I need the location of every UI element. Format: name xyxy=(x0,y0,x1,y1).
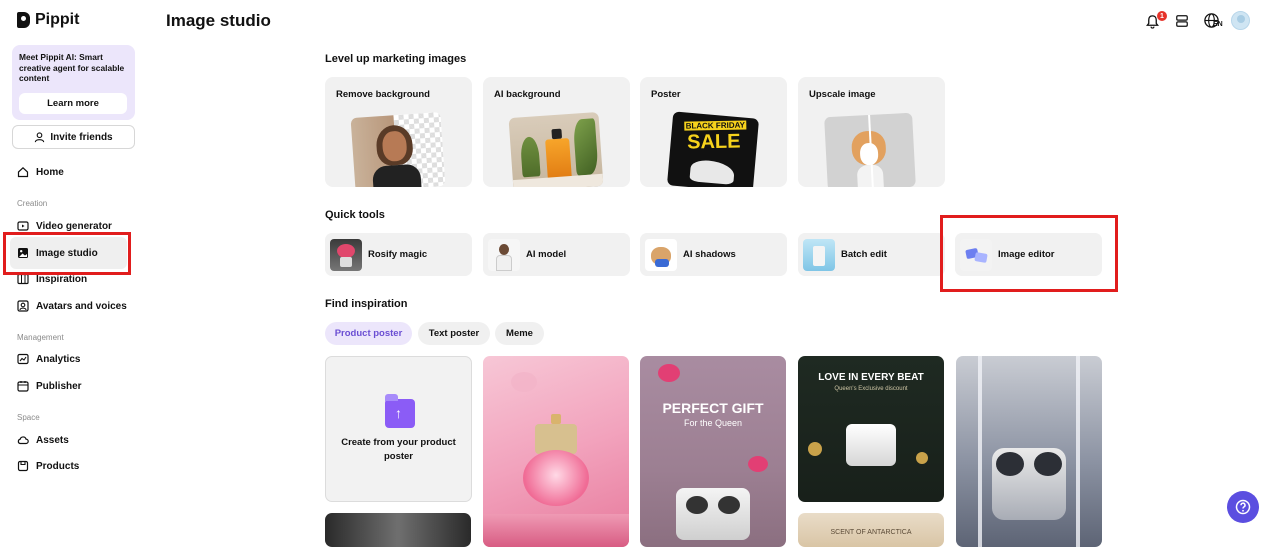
sidebar-item-label: Video generator xyxy=(36,220,112,232)
quick-tool-rosify-magic[interactable]: Rosify magic xyxy=(325,233,472,276)
quick-tool-label: Batch edit xyxy=(841,249,887,260)
sidebar-item-video-generator[interactable]: Video generator xyxy=(17,220,112,232)
upload-folder-icon: ↑ xyxy=(385,394,415,428)
feature-card-poster[interactable]: Poster BLACK FRIDAY SALE xyxy=(640,77,787,187)
feature-card-upscale-image[interactable]: Upscale image xyxy=(798,77,945,187)
sidebar-item-label: Home xyxy=(36,166,64,178)
sidebar-item-analytics[interactable]: Analytics xyxy=(17,353,80,365)
gallery-card-scent-of-antarctica[interactable]: SCENT OF ANTARCTICA xyxy=(798,513,944,547)
feature-card-label: AI background xyxy=(494,89,561,100)
sidebar-item-publisher[interactable]: Publisher xyxy=(17,380,82,392)
quick-tool-ai-model[interactable]: AI model xyxy=(483,233,630,276)
feature-card-remove-background[interactable]: Remove background xyxy=(325,77,472,187)
tab-text-poster[interactable]: Text poster xyxy=(418,322,490,345)
rosify-magic-thumbnail xyxy=(330,238,362,271)
sidebar-item-home[interactable]: Home xyxy=(17,166,64,178)
feature-card-label: Poster xyxy=(651,89,681,100)
section-label-space: Space xyxy=(17,413,40,422)
gallery-card-dark-abstract[interactable] xyxy=(325,513,471,547)
queens-discount-text: Queen's Exclusive discount xyxy=(834,386,908,392)
product-icon xyxy=(17,460,29,472)
poster-thumbnail: BLACK FRIDAY SALE xyxy=(666,111,760,187)
home-icon xyxy=(17,166,29,178)
gallery-card-earbuds[interactable] xyxy=(956,356,1102,547)
invite-label: Invite friends xyxy=(50,131,113,143)
poster-sample-line1: BLACK FRIDAY xyxy=(684,120,747,131)
feature-card-label: Upscale image xyxy=(809,89,876,100)
pippit-logo[interactable]: Pippit xyxy=(17,11,79,29)
create-from-product-poster-card[interactable]: ↑ Create from your product poster xyxy=(325,356,472,502)
tab-product-poster[interactable]: Product poster xyxy=(325,322,412,345)
feature-card-label: Remove background xyxy=(336,89,430,100)
poster-sample-line2: SALE xyxy=(686,130,741,154)
learn-more-button[interactable]: Learn more xyxy=(19,93,127,114)
question-icon xyxy=(1235,499,1251,515)
create-card-label: Create from your product poster xyxy=(341,437,456,462)
scent-of-antarctica-text: SCENT OF ANTARCTICA xyxy=(830,529,912,536)
stack-icon xyxy=(1176,15,1188,27)
cloud-icon xyxy=(17,434,29,446)
sidebar-item-label: Inspiration xyxy=(36,273,88,285)
avatar-icon xyxy=(17,300,29,312)
app-name: Pippit xyxy=(35,11,80,28)
calendar-icon xyxy=(17,380,29,392)
ai-shadows-thumbnail xyxy=(645,238,677,271)
quick-tool-label: Rosify magic xyxy=(368,249,428,260)
ai-background-thumbnail xyxy=(508,111,604,187)
user-add-icon xyxy=(35,131,45,142)
perfect-gift-subtitle: For the Queen xyxy=(683,418,743,428)
section-label-management: Management xyxy=(17,333,64,342)
quick-tool-label: AI shadows xyxy=(683,249,736,260)
promo-text: Meet Pippit AI: Smart creative agent for… xyxy=(19,52,125,83)
pippit-logo-icon xyxy=(17,12,30,28)
quick-tools-heading: Quick tools xyxy=(325,209,385,221)
quick-tool-batch-edit[interactable]: Batch edit xyxy=(798,233,945,276)
help-button[interactable] xyxy=(1227,491,1259,523)
gallery-card-perfect-gift[interactable]: PERFECT GIFT For the Queen xyxy=(640,356,786,547)
sidebar-item-label: Assets xyxy=(36,434,69,446)
sidebar-item-assets[interactable]: Assets xyxy=(17,434,69,446)
remove-background-thumbnail xyxy=(350,111,446,187)
gallery-card-love-in-every-beat[interactable]: LOVE IN EVERY BEAT Queen's Exclusive dis… xyxy=(798,356,944,502)
sidebar-item-label: Publisher xyxy=(36,380,82,392)
sidebar-item-products[interactable]: Products xyxy=(17,460,79,472)
ai-model-thumbnail xyxy=(488,238,520,271)
batch-edit-thumbnail xyxy=(803,238,835,271)
feature-card-ai-background[interactable]: AI background xyxy=(483,77,630,187)
highlight-box-image-studio xyxy=(3,232,131,275)
storage-button[interactable] xyxy=(1173,12,1191,30)
gallery-card-perfume[interactable] xyxy=(483,356,629,547)
sidebar-item-label: Avatars and voices xyxy=(36,300,127,312)
language-label: EN xyxy=(1213,21,1223,28)
love-in-every-beat-title: LOVE IN EVERY BEAT xyxy=(818,372,924,383)
upscale-image-thumbnail xyxy=(824,112,916,187)
perfect-gift-title: PERFECT GIFT xyxy=(662,400,764,416)
quick-tool-ai-shadows[interactable]: AI shadows xyxy=(640,233,787,276)
sidebar-item-label: Products xyxy=(36,460,80,472)
notification-badge: 1 xyxy=(1157,11,1167,21)
sidebar-item-avatars-and-voices[interactable]: Avatars and voices xyxy=(17,300,127,312)
highlight-box-image-editor xyxy=(940,215,1118,292)
promo-card: Meet Pippit AI: Smart creative agent for… xyxy=(12,45,135,120)
sidebar-item-label: Analytics xyxy=(36,353,81,365)
feature-section-heading: Level up marketing images xyxy=(325,53,467,65)
invite-friends-button[interactable]: Invite friends xyxy=(12,125,135,149)
analytics-icon xyxy=(17,353,29,365)
inspiration-heading: Find inspiration xyxy=(325,298,408,310)
quick-tool-label: AI model xyxy=(526,249,567,260)
user-avatar[interactable] xyxy=(1231,11,1250,30)
page-title: Image studio xyxy=(166,11,271,30)
section-label-creation: Creation xyxy=(17,199,48,208)
video-icon xyxy=(17,220,29,232)
tab-meme[interactable]: Meme xyxy=(495,322,544,345)
